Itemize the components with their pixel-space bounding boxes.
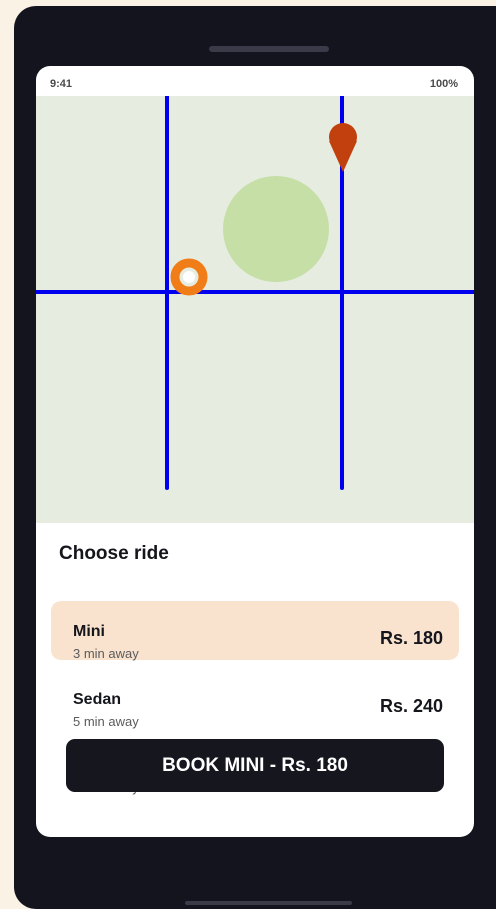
- pickup-marker-icon[interactable]: [170, 258, 208, 296]
- ride-name: Sedan: [73, 691, 122, 708]
- ride-price: Rs. 240: [379, 696, 443, 716]
- sheet-title: Choose ride: [59, 543, 169, 564]
- map-canvas: [36, 96, 474, 490]
- ride-option-sedan[interactable]: Sedan 5 min away Rs. 240: [51, 669, 459, 729]
- ride-option-mini[interactable]: Mini 3 min away Rs. 180: [51, 601, 459, 661]
- status-battery: 100%: [429, 78, 458, 90]
- speaker-notch: [209, 46, 329, 52]
- map-view[interactable]: [36, 96, 474, 523]
- home-indicator[interactable]: [185, 901, 352, 905]
- ride-price: Rs. 180: [379, 628, 443, 648]
- app-screen: 9:41 100% Choose ride Mini 3 min away Rs…: [36, 66, 474, 837]
- destination-pin-icon[interactable]: [329, 123, 357, 172]
- ride-name: Mini: [73, 623, 105, 640]
- ride-eta: 5 min away: [73, 714, 139, 729]
- ride-eta: 3 min away: [73, 646, 139, 661]
- book-ride-button[interactable]: BOOK MINI - Rs. 180: [66, 739, 444, 792]
- status-time: 9:41: [50, 78, 73, 90]
- park-area: [223, 176, 329, 282]
